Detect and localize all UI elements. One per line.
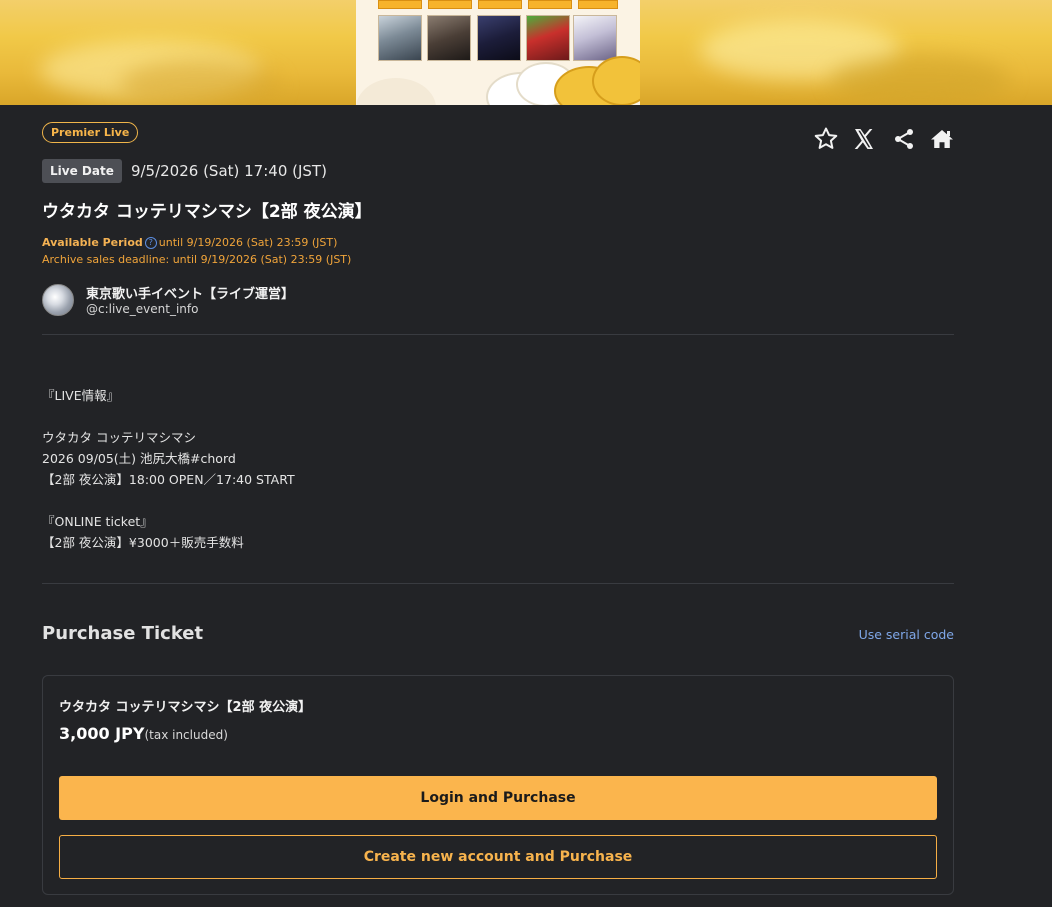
live-date-row: Live Date 9/5/2026 (Sat) 17:40 (JST) bbox=[42, 159, 327, 183]
help-icon[interactable]: ? bbox=[144, 237, 157, 249]
purchase-ticket-heading: Purchase Ticket bbox=[42, 623, 204, 644]
tax-note: (tax included) bbox=[144, 728, 228, 742]
channel-avatar[interactable] bbox=[42, 284, 74, 316]
ticket-card: ウタカタ コッテリマシマシ【2部 夜公演】 3,000 JPY(tax incl… bbox=[42, 675, 954, 895]
action-icons bbox=[812, 125, 956, 153]
use-serial-code-link[interactable]: Use serial code bbox=[859, 627, 954, 642]
divider bbox=[42, 334, 954, 335]
share-icon[interactable] bbox=[890, 125, 918, 153]
performer-thumbnail bbox=[573, 15, 617, 61]
event-banner bbox=[0, 0, 1052, 105]
x-logo-icon[interactable] bbox=[850, 125, 878, 153]
live-date-value: 9/5/2026 (Sat) 17:40 (JST) bbox=[130, 162, 327, 180]
ticket-price-amount: 3,000 JPY bbox=[59, 724, 145, 743]
event-flyer-image bbox=[356, 0, 640, 105]
premier-live-badge: Premier Live bbox=[42, 122, 139, 143]
performer-thumbnail bbox=[526, 15, 570, 61]
archive-deadline: Archive sales deadline: until 9/19/2026 … bbox=[42, 253, 352, 266]
available-period: Available Period? until 9/19/2026 (Sat) 2… bbox=[42, 234, 351, 268]
live-date-label: Live Date bbox=[42, 159, 122, 183]
create-account-and-purchase-button[interactable]: Create new account and Purchase bbox=[59, 835, 937, 879]
home-icon[interactable] bbox=[928, 125, 956, 153]
channel-handle: @c:live_event_info bbox=[86, 302, 199, 316]
login-and-purchase-button[interactable]: Login and Purchase bbox=[59, 776, 937, 820]
performer-thumbnail bbox=[378, 15, 422, 61]
available-period-value: until 9/19/2026 (Sat) 23:59 (JST) bbox=[158, 236, 338, 249]
available-period-label: Available Period bbox=[42, 236, 143, 249]
ticket-price: 3,000 JPY(tax included) bbox=[59, 724, 228, 743]
event-title: ウタカタ コッテリマシマシ【2部 夜公演】 bbox=[42, 202, 372, 222]
performer-thumbnail bbox=[477, 15, 521, 61]
channel-name[interactable]: 東京歌い手イベント【ライブ運営】 bbox=[86, 283, 294, 302]
star-icon[interactable] bbox=[812, 125, 840, 153]
performer-thumbnail bbox=[427, 15, 471, 61]
divider bbox=[42, 583, 954, 584]
ticket-name: ウタカタ コッテリマシマシ【2部 夜公演】 bbox=[59, 700, 312, 715]
event-description: 『LIVE情報』 ウタカタ コッテリマシマシ 2026 09/05(土) 池尻大… bbox=[42, 388, 295, 550]
